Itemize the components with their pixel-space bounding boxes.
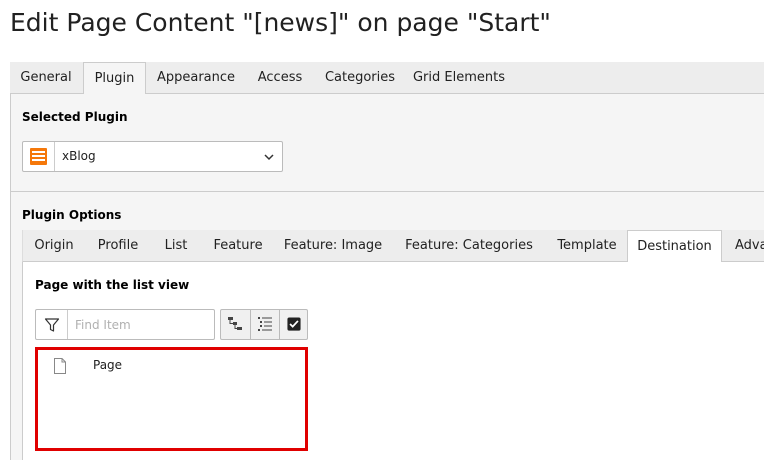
plugin-options-tab-bar: Origin Profile List Feature Feature: Ima… [22,230,764,263]
tab-origin[interactable]: Origin [23,230,85,262]
list-view-button[interactable] [250,310,279,339]
plugin-list-icon [30,148,47,165]
tab-feature[interactable]: Feature [203,230,273,262]
tab-plugin[interactable]: Plugin [83,62,146,95]
list-view-icon [258,317,272,331]
plugin-options-label: Plugin Options [22,208,122,222]
tab-feature-image[interactable]: Feature: Image [275,230,391,262]
tab-general[interactable]: General [10,62,82,94]
filter-button[interactable] [36,310,68,339]
select-all-button[interactable] [279,310,308,339]
tab-access[interactable]: Access [246,62,314,94]
page-title: Edit Page Content "[news]" on page "Star… [10,8,551,37]
tab-template[interactable]: Template [547,230,627,262]
tab-appearance[interactable]: Appearance [148,62,244,94]
list-item-label: Page [93,358,123,372]
tab-profile[interactable]: Profile [87,230,149,262]
section-divider [10,191,764,192]
tab-destination[interactable]: Destination [627,230,722,263]
plugin-select[interactable]: xBlog [22,141,283,172]
view-toolbar [220,309,308,340]
tab-list[interactable]: List [151,230,201,262]
tab-advanced[interactable]: Adva [723,230,764,262]
plugin-select-value: xBlog [62,149,96,163]
tab-grid-elements[interactable]: Grid Elements [406,62,512,94]
tab-feature-categories[interactable]: Feature: Categories [393,230,545,262]
find-item-input[interactable] [69,310,211,339]
chevron-down-icon [264,154,274,161]
tab-categories[interactable]: Categories [316,62,404,94]
selected-plugin-label: Selected Plugin [22,110,128,124]
checkbox-icon [287,317,301,331]
main-tab-bar: General Plugin Appearance Access Categor… [10,62,764,95]
list-item[interactable]: Page [38,356,305,378]
list-view-page-label: Page with the list view [35,278,190,292]
tree-view-button[interactable] [221,310,250,339]
selected-items-list[interactable]: Page [35,347,308,451]
tree-view-icon [228,317,242,330]
find-item-field [35,309,215,340]
filter-icon [44,318,60,332]
plugin-select-icon-box [23,142,55,171]
page-icon [54,358,66,374]
